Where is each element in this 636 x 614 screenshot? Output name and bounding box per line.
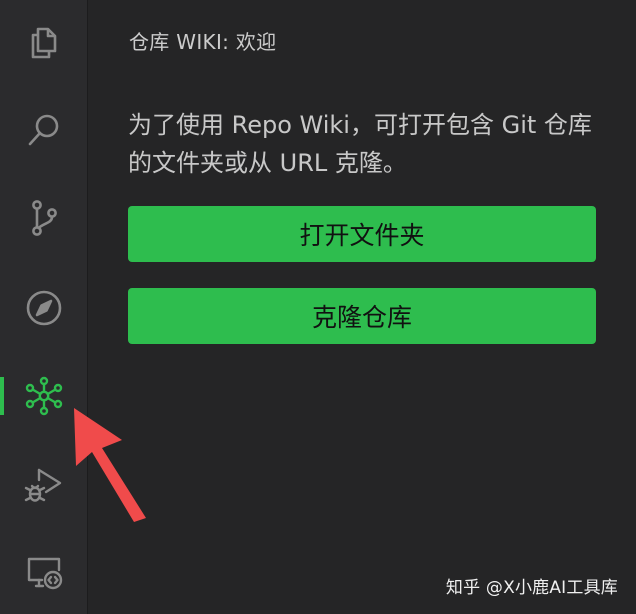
source-control-icon: [32, 200, 57, 236]
watermark: 知乎 @X小鹿AI工具库: [445, 578, 618, 598]
open-folder-button[interactable]: 打开文件夹: [128, 206, 596, 262]
clone-repo-button[interactable]: 克隆仓库: [128, 288, 596, 344]
activity-repo-wiki[interactable]: [0, 360, 88, 432]
search-icon: [28, 114, 59, 146]
remote-explorer-icon: [27, 557, 63, 590]
welcome-message: 为了使用 Repo Wiki，可打开包含 Git 仓库的文件夹或从 URL 克隆…: [128, 111, 592, 177]
files-icon: [31, 27, 57, 59]
activity-remote-explorer[interactable]: [0, 536, 88, 608]
panel-title: 仓库 WIKI: 欢迎: [129, 30, 277, 54]
activity-run-debug[interactable]: [0, 450, 88, 522]
run-debug-icon: [24, 468, 62, 502]
compass-icon: [26, 290, 62, 326]
app-window: 仓库 WIKI: 欢迎 为了使用 Repo Wiki，可打开包含 Git 仓库的…: [0, 0, 636, 614]
repo-wiki-panel: 仓库 WIKI: 欢迎 为了使用 Repo Wiki，可打开包含 Git 仓库的…: [88, 0, 636, 614]
activity-search[interactable]: [0, 94, 88, 166]
activity-bar: [0, 0, 88, 614]
repo-wiki-icon: [25, 376, 63, 416]
activity-explorer[interactable]: [0, 6, 88, 78]
activity-compass[interactable]: [0, 272, 88, 344]
activity-source-control[interactable]: [0, 182, 88, 254]
